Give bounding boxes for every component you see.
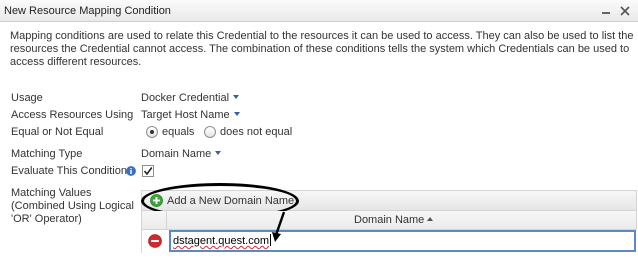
- description-line: resources the Credential cannot access. …: [10, 43, 630, 55]
- annotation-arrow: [272, 211, 286, 242]
- description-line: access different resources.: [10, 56, 142, 68]
- matching-type-value: Domain Name: [141, 148, 212, 160]
- usage-value: Docker Credential: [141, 92, 230, 104]
- access-resources-value: Target Host Name: [141, 109, 230, 121]
- evaluate-label: Evaluate This Condition: [11, 165, 127, 177]
- matching-type-label: Matching Type: [11, 148, 83, 160]
- chevron-down-icon: [233, 95, 240, 99]
- chevron-down-icon: [215, 151, 222, 155]
- checkmark-icon: [143, 167, 153, 176]
- minimize-icon[interactable]: [600, 5, 612, 17]
- sort-ascending-icon: [427, 217, 434, 221]
- chevron-down-icon: [233, 112, 240, 116]
- usage-label: Usage: [11, 92, 43, 104]
- domain-name-value: dstagent.quest.com: [173, 235, 270, 247]
- not-equals-radio[interactable]: [204, 126, 216, 138]
- grid-header: Domain Name: [141, 211, 637, 230]
- column-header-domain-name[interactable]: Domain Name: [354, 214, 434, 226]
- access-resources-dropdown[interactable]: Target Host Name: [141, 109, 240, 121]
- dialog-title: New Resource Mapping Condition: [4, 5, 171, 17]
- usage-dropdown[interactable]: Docker Credential: [141, 92, 240, 104]
- matching-type-dropdown[interactable]: Domain Name: [141, 148, 222, 160]
- dialog-titlebar: New Resource Mapping Condition: [0, 0, 638, 22]
- description-line: Mapping conditions are used to relate th…: [10, 30, 634, 42]
- evaluate-checkbox[interactable]: [142, 165, 154, 177]
- equals-radio[interactable]: [146, 126, 158, 138]
- column-divider: [166, 211, 167, 229]
- info-icon[interactable]: [126, 166, 136, 176]
- matching-values-label-line2: (Combined Using Logical: [11, 200, 134, 212]
- not-equals-radio-label[interactable]: does not equal: [220, 126, 292, 138]
- dialog-description: Mapping conditions are used to relate th…: [10, 30, 634, 69]
- equality-label: Equal or Not Equal: [11, 126, 104, 138]
- access-resources-label: Access Resources Using: [11, 109, 134, 121]
- text-caret: [270, 234, 272, 246]
- matching-values-label: Matching Values: [11, 187, 92, 199]
- column-header-label: Domain Name: [354, 214, 425, 226]
- close-icon[interactable]: [619, 5, 631, 17]
- domain-name-input[interactable]: dstagent.quest.com: [169, 230, 636, 252]
- equals-radio-label[interactable]: equals: [162, 126, 194, 138]
- minus-circle-icon[interactable]: [148, 234, 162, 248]
- matching-values-label-line3: 'OR' Operator): [11, 213, 82, 225]
